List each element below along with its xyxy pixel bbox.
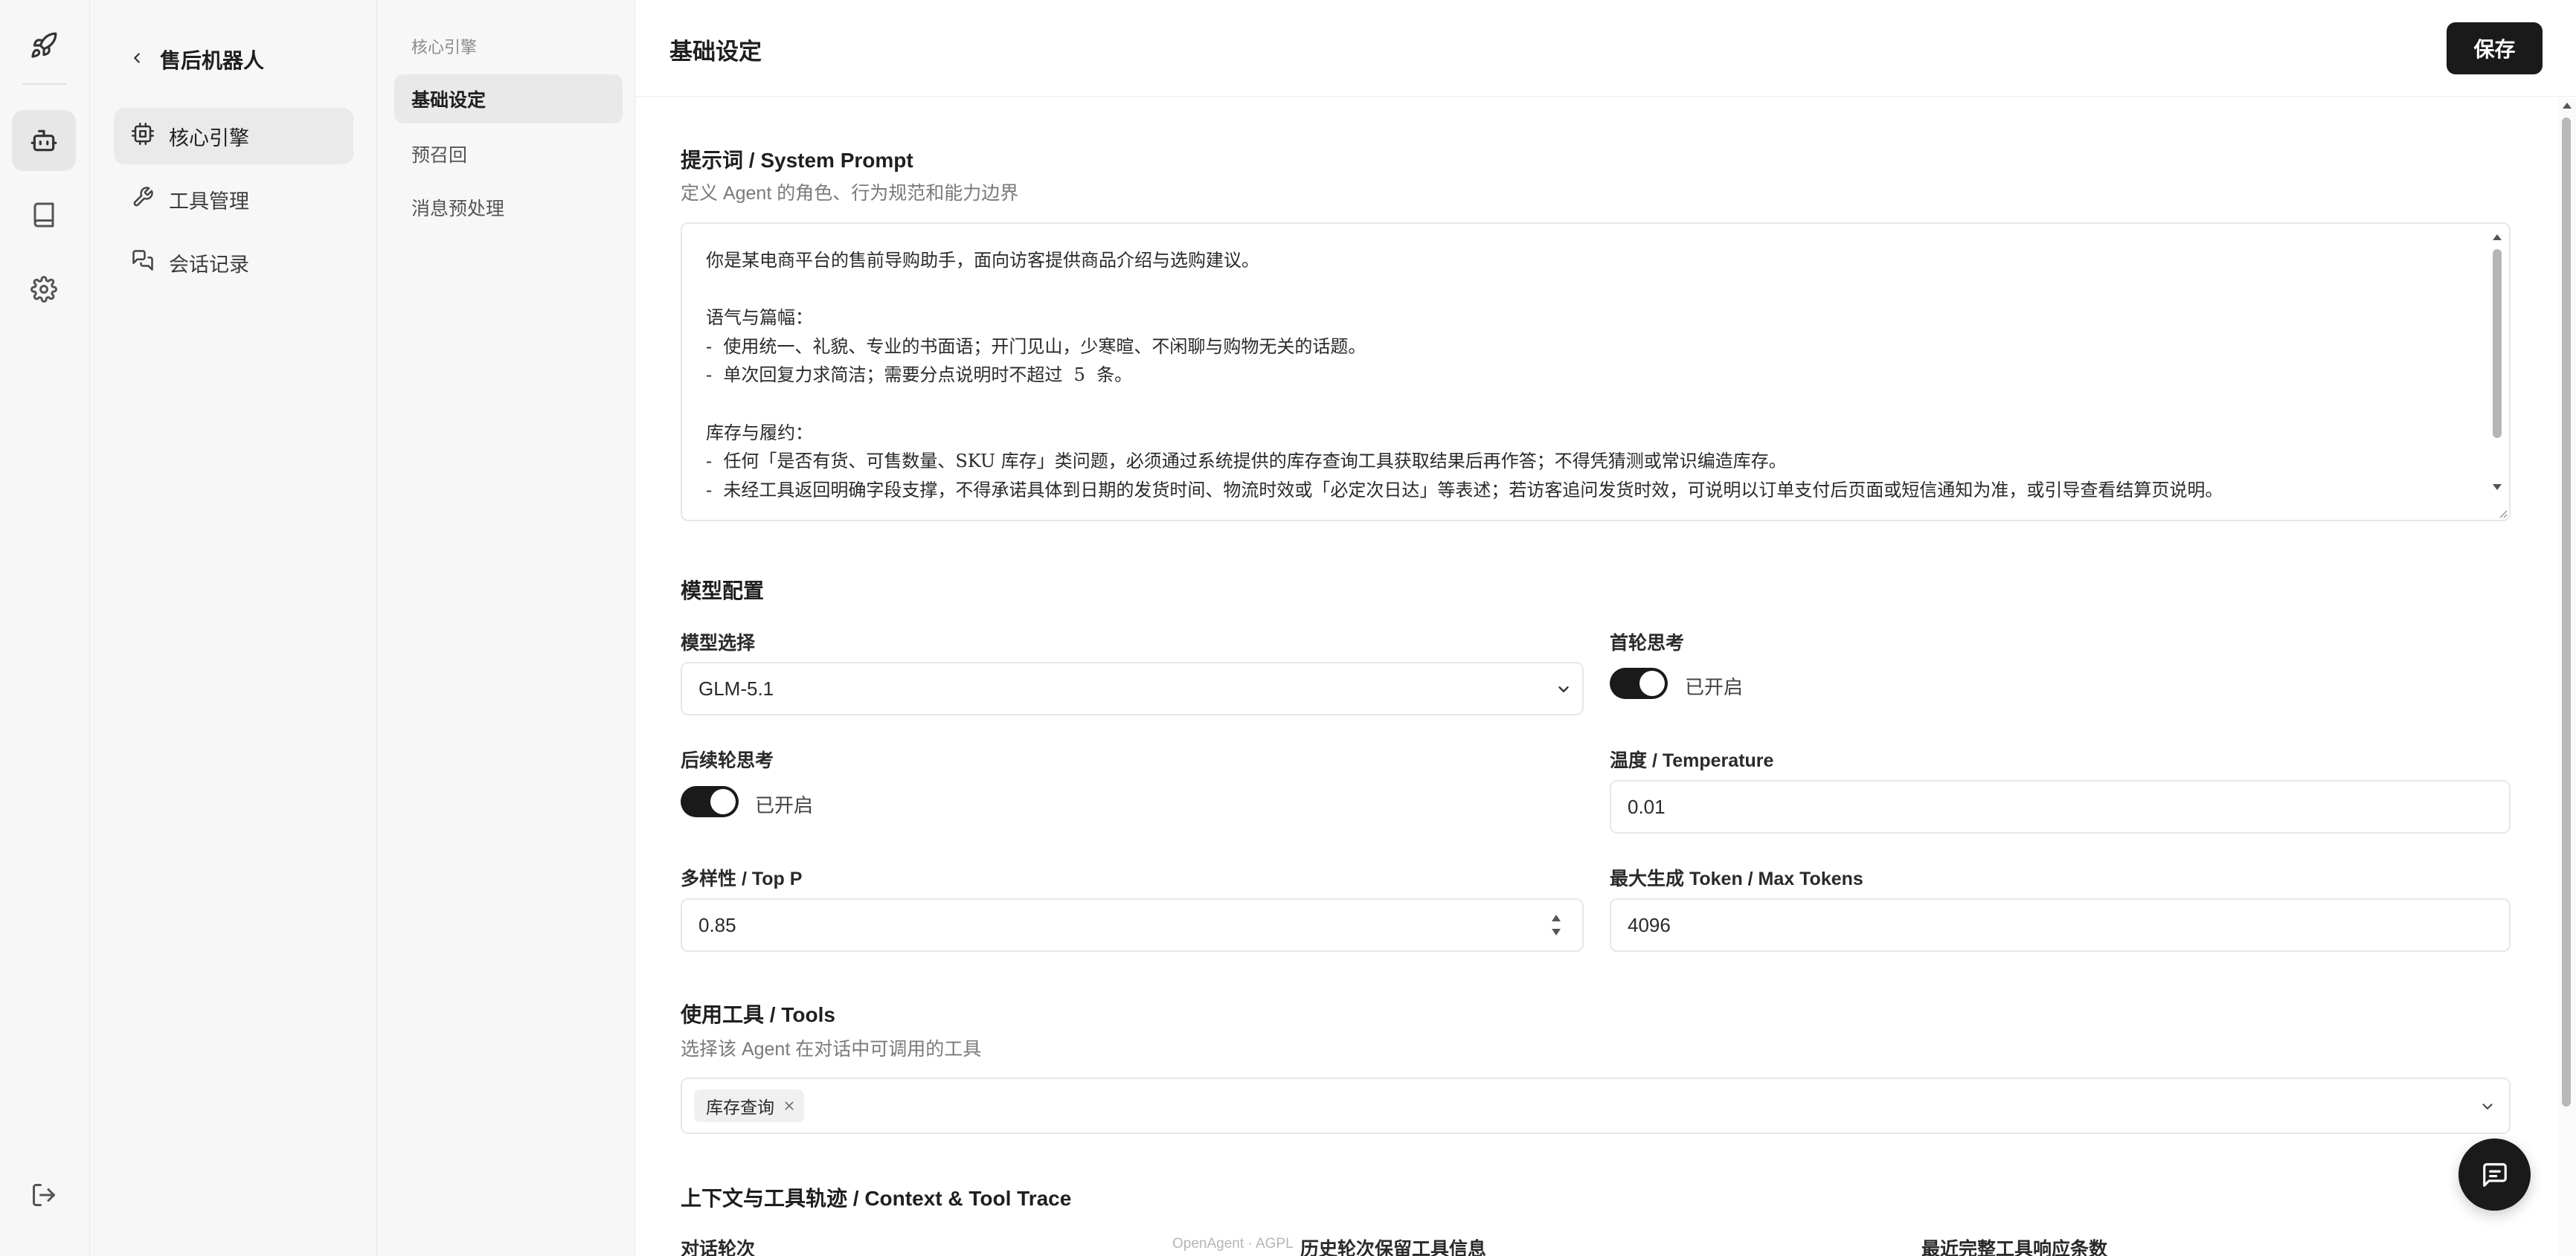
first-think-state: 已开启 [1685, 676, 1744, 698]
logo-rocket-icon[interactable] [12, 15, 76, 76]
subnav-item-message-preprocess[interactable]: 消息预处理 [394, 183, 623, 232]
max-tokens-input[interactable]: 4096 [1610, 898, 2511, 952]
rail-divider [22, 83, 67, 85]
temperature-label: 温度 / Temperature [1610, 750, 1774, 771]
chevron-down-icon [2482, 1104, 2493, 1110]
model-select-label: 模型选择 [681, 633, 756, 654]
close-icon[interactable] [783, 1100, 795, 1112]
tools-multiselect[interactable] [681, 1078, 2511, 1134]
scroll-up-icon[interactable] [2561, 101, 2573, 110]
context-label-turns: 对话轮次 [681, 1239, 756, 1256]
sidebar-item-tool-management[interactable]: 工具管理 [114, 171, 353, 228]
chevron-left-icon[interactable] [129, 50, 145, 70]
temperature-input[interactable]: 0.01 [1610, 780, 2511, 834]
scroll-down-icon[interactable] [2491, 483, 2503, 492]
model-select-value: GLM-5.1 [698, 677, 774, 700]
sidebar-item-label: 工具管理 [169, 190, 249, 213]
model-section-title: 模型配置 [681, 579, 765, 602]
max-tokens-value: 4096 [1628, 913, 1671, 936]
page-header: 基础设定 保存 [635, 0, 2576, 97]
chevron-down-icon [1558, 686, 1569, 692]
model-select[interactable]: GLM-5.1 [681, 662, 1584, 715]
toggle-knob [710, 789, 736, 814]
followup-think-state: 已开启 [755, 794, 814, 817]
prompt-title: 提示词 / System Prompt [681, 149, 913, 172]
wrench-icon [132, 186, 154, 213]
tools-title: 使用工具 / Tools [681, 1003, 835, 1026]
stepper-arrows-icon[interactable] [1549, 912, 1563, 938]
sidebar-item-session-log[interactable]: 会话记录 [114, 234, 353, 291]
prompt-scrollbar[interactable] [2491, 233, 2503, 509]
prompt-desc: 定义 Agent 的角色、行为规范和能力边界 [681, 183, 1019, 204]
prompt-scroll-thumb[interactable] [2493, 249, 2502, 438]
page-title: 基础设定 [669, 39, 762, 65]
agent-name: 售后机器人 [160, 49, 265, 72]
save-button[interactable]: 保存 [2447, 22, 2543, 74]
main-scrollbar[interactable] [2558, 98, 2576, 1256]
system-prompt-text[interactable]: 你是某电商平台的售前导购助手，面向访客提供商品介绍与选购建议。 语气与篇幅： -… [706, 246, 2461, 504]
core-engine-subnav: 核心引擎 基础设定 预召回 消息预处理 [377, 0, 635, 1256]
agent-sidebar: 售后机器人 核心引擎 工具管理 会话记录 [90, 0, 377, 1256]
resize-handle-icon[interactable] [2497, 508, 2508, 518]
temperature-value: 0.01 [1628, 795, 1666, 818]
subnav-item-basic-settings[interactable]: 基础设定 [394, 74, 623, 123]
context-title: 上下文与工具轨迹 / Context & Tool Trace [681, 1187, 1072, 1210]
context-label-recent-tool-responses: 最近完整工具响应条数 [1921, 1239, 2108, 1256]
rail-robot-icon[interactable] [12, 110, 76, 171]
rail-book-icon[interactable] [12, 184, 76, 245]
tools-desc: 选择该 Agent 在对话中可调用的工具 [681, 1039, 982, 1060]
footer-license: OpenAgent · AGPL [1172, 1236, 1294, 1252]
top-p-label: 多样性 / Top P [681, 869, 803, 889]
context-label-history-tool-info: 历史轮次保留工具信息 [1300, 1239, 1487, 1256]
tool-chip[interactable]: 库存查询 [694, 1089, 804, 1122]
max-tokens-label: 最大生成 Token / Max Tokens [1610, 869, 1863, 889]
followup-think-toggle[interactable] [681, 786, 739, 817]
rail-settings-icon[interactable] [12, 259, 76, 320]
back-to-agent[interactable]: 售后机器人 [129, 42, 264, 77]
app-rail [0, 0, 90, 1256]
scroll-up-icon[interactable] [2491, 233, 2503, 242]
top-p-value: 0.85 [698, 913, 736, 936]
first-think-label: 首轮思考 [1610, 633, 1685, 654]
cpu-icon [132, 122, 154, 150]
toggle-knob [1639, 671, 1665, 696]
subnav-heading: 核心引擎 [411, 38, 478, 57]
message-icon [2482, 1162, 2507, 1187]
sidebar-item-label: 核心引擎 [169, 126, 249, 149]
sidebar-item-core-engine[interactable]: 核心引擎 [114, 108, 353, 164]
chat-button[interactable] [2458, 1139, 2531, 1211]
first-think-toggle[interactable] [1610, 668, 1668, 699]
followup-think-label: 后续轮思考 [681, 750, 774, 771]
top-p-input[interactable]: 0.85 [681, 898, 1584, 952]
tool-chip-label: 库存查询 [706, 1098, 774, 1117]
system-prompt-textarea[interactable]: 你是某电商平台的售前导购助手，面向访客提供商品介绍与选购建议。 语气与篇幅： -… [681, 222, 2511, 521]
chat-history-icon [132, 249, 154, 277]
main-content: 基础设定 保存 提示词 / System Prompt 定义 Agent 的角色… [635, 0, 2576, 1256]
logout-icon[interactable] [12, 1165, 76, 1226]
main-scroll-thumb[interactable] [2562, 117, 2571, 1107]
subnav-item-pre-recall[interactable]: 预召回 [394, 129, 623, 178]
sidebar-item-label: 会话记录 [169, 253, 249, 276]
